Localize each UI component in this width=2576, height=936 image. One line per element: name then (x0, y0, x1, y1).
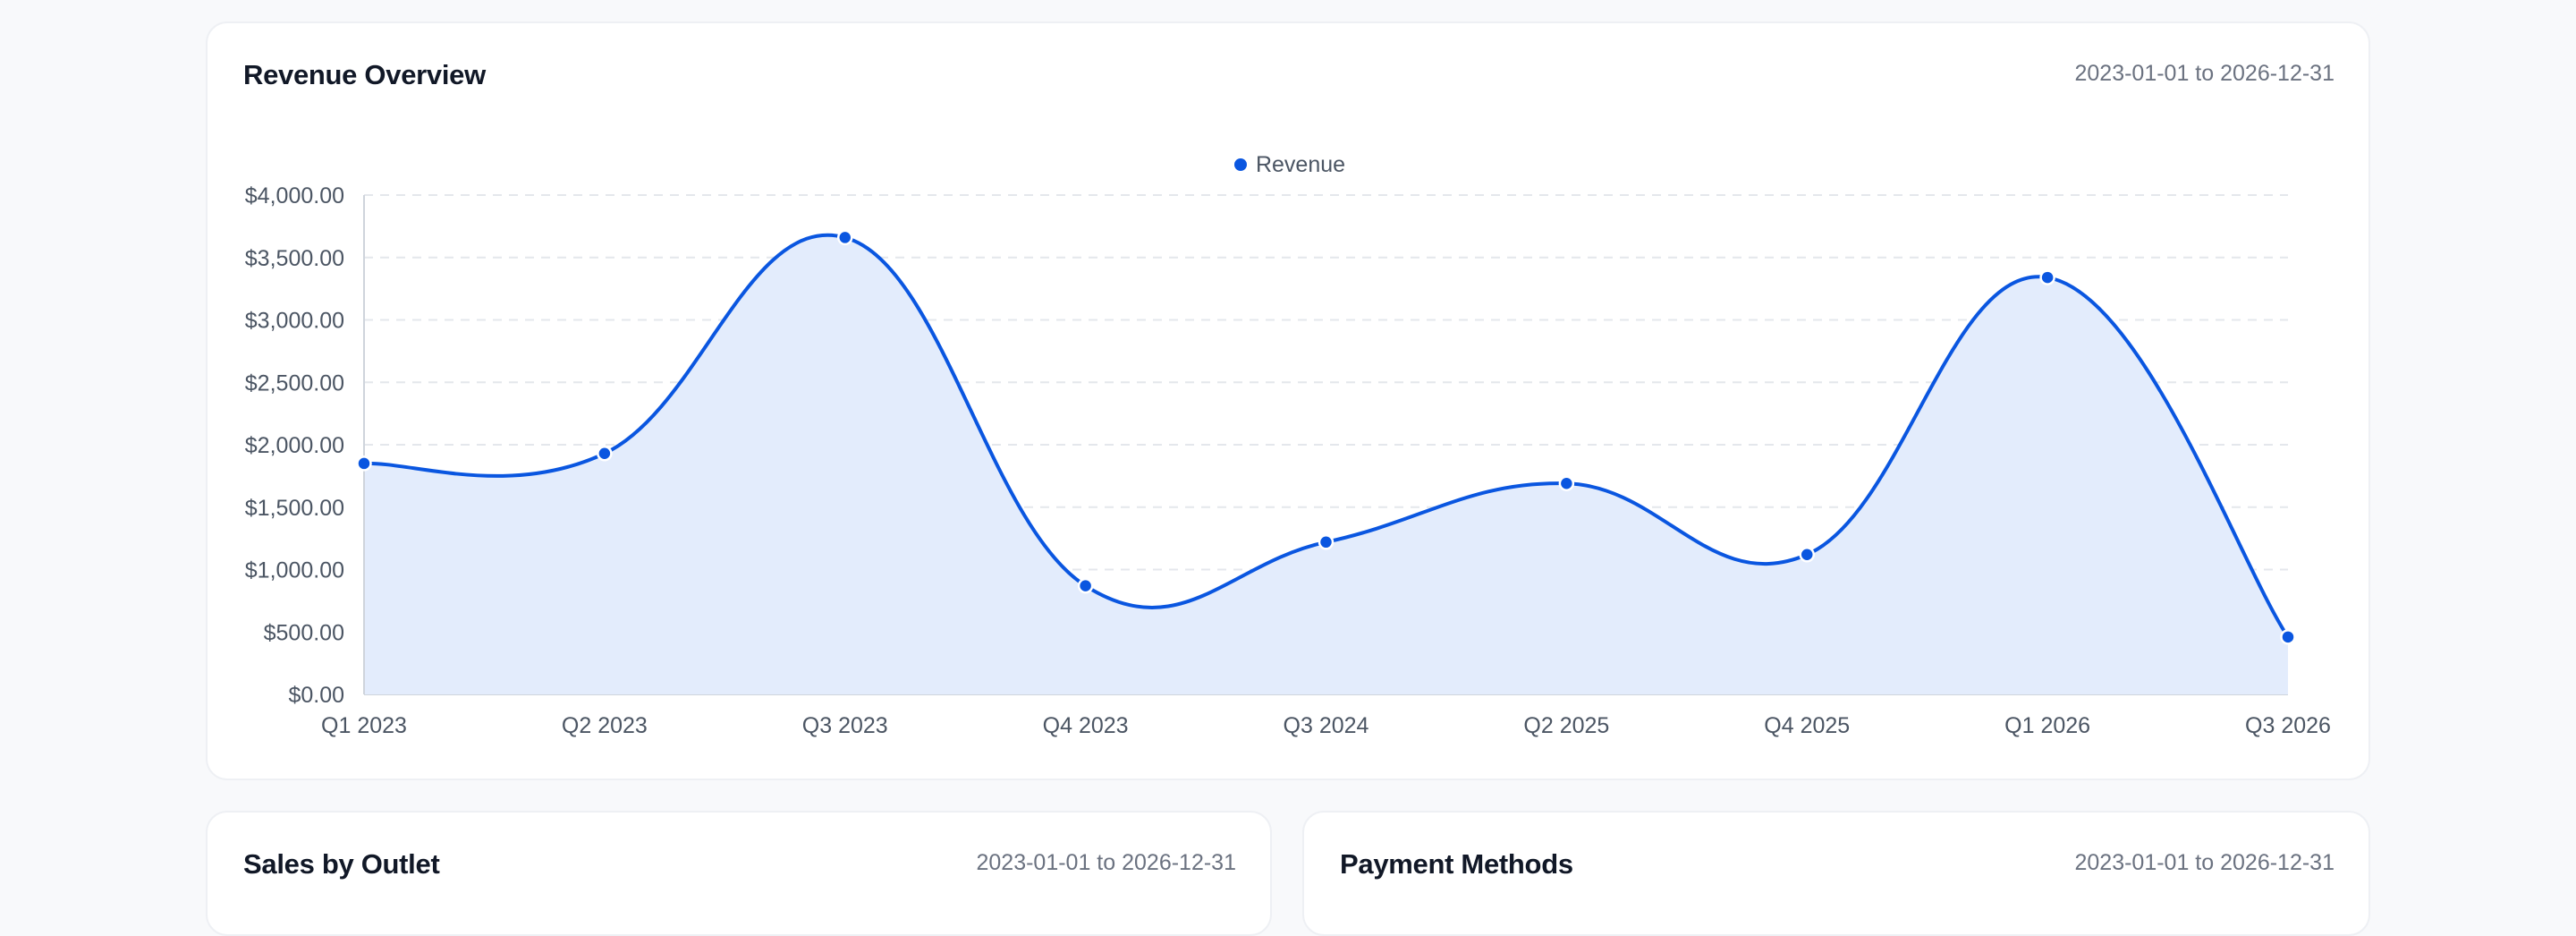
y-tick-label: $1,000.00 (245, 558, 344, 583)
x-tick-label: Q4 2025 (1764, 713, 1850, 738)
y-tick-label: $500.00 (264, 620, 344, 645)
y-tick-label: $3,000.00 (245, 309, 344, 334)
y-tick-label: $1,500.00 (245, 496, 344, 521)
x-tick-label: Q3 2024 (1284, 713, 1369, 738)
y-tick-label: $3,500.00 (245, 246, 344, 271)
revenue-point-1[interactable] (597, 446, 613, 462)
y-tick-label: $2,500.00 (245, 370, 344, 396)
revenue-overview-card: Revenue Overview 2023-01-01 to 2026-12-3… (206, 21, 2370, 780)
sales-by-outlet-title: Sales by Outlet (243, 848, 440, 880)
outlet-date-range: 2023-01-01 to 2026-12-31 (976, 850, 1236, 875)
revenue-point-3[interactable] (1077, 577, 1094, 594)
revenue-area-fill (364, 234, 2288, 694)
x-tick-label: Q3 2023 (802, 713, 888, 738)
revenue-point-0[interactable] (356, 455, 372, 472)
revenue-point-4[interactable] (1318, 534, 1335, 550)
payment-date-range: 2023-01-01 to 2026-12-31 (2074, 850, 2334, 875)
y-tick-label: $0.00 (288, 683, 344, 708)
payment-methods-title: Payment Methods (1340, 848, 1573, 880)
revenue-point-8[interactable] (2280, 629, 2296, 645)
revenue-point-7[interactable] (2039, 269, 2055, 285)
payment-methods-card: Payment Methods 2023-01-01 to 2026-12-31 (1302, 811, 2370, 936)
x-tick-label: Q2 2025 (1523, 713, 1609, 738)
revenue-line-chart[interactable]: $0.00 $500.00 $1,000.00 $1,500.00 $2,000.00 $… (208, 23, 2368, 779)
x-tick-label: Q1 2026 (2004, 713, 2090, 738)
revenue-point-2[interactable] (837, 229, 853, 246)
x-tick-label: Q1 2023 (321, 713, 407, 738)
y-tick-label: $2,000.00 (245, 433, 344, 458)
x-tick-label: Q2 2023 (562, 713, 648, 738)
sales-by-outlet-card: Sales by Outlet 2023-01-01 to 2026-12-31 (206, 811, 1272, 936)
y-tick-label: $4,000.00 (245, 183, 344, 208)
x-tick-label: Q3 2026 (2245, 713, 2331, 738)
x-tick-label: Q4 2023 (1043, 713, 1129, 738)
revenue-point-5[interactable] (1558, 475, 1575, 491)
revenue-point-6[interactable] (1799, 547, 1815, 563)
